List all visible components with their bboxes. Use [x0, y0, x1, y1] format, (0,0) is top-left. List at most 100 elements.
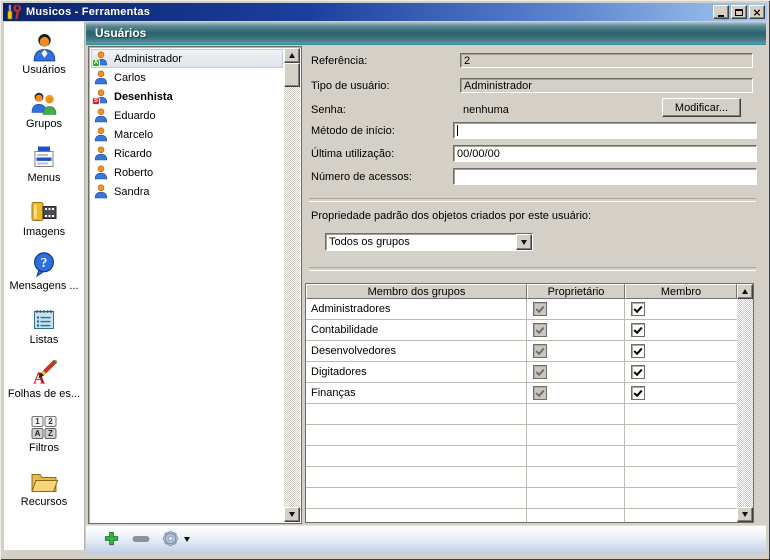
senha-value: nenhuma — [463, 104, 509, 116]
column-header-membro-dos-grupos[interactable]: Membro dos grupos — [306, 284, 527, 299]
group-name-cell — [306, 425, 527, 445]
triangle-down-icon — [289, 512, 295, 517]
membro-checkbox-checked[interactable] — [631, 323, 645, 337]
user-name: Sandra — [114, 186, 149, 198]
person-icon — [94, 146, 108, 161]
groups-table-body: AdministradoresContabilidadeDesenvolvedo… — [306, 299, 753, 523]
group-name-cell — [306, 446, 527, 466]
user-list-item-carlos[interactable]: Carlos — [91, 68, 283, 87]
column-header-proprietario[interactable]: Proprietário — [527, 284, 625, 299]
person-icon: A — [94, 51, 108, 66]
person-icon: S — [94, 89, 108, 104]
sidebar-item-menus[interactable]: Menus — [4, 136, 84, 190]
scroll-down-button[interactable] — [284, 507, 300, 522]
sidebar-item-imagens[interactable]: Imagens — [4, 190, 84, 244]
proprietario-checkbox-checked-disabled — [533, 323, 547, 337]
person-icon — [94, 70, 108, 85]
modificar-button[interactable]: Modificar... — [662, 98, 741, 117]
membro-checkbox-checked[interactable] — [631, 386, 645, 400]
sidebar-item-label: Menus — [27, 172, 60, 184]
minimize-button[interactable] — [713, 5, 729, 19]
ultima-utilizacao-input[interactable] — [453, 145, 757, 162]
table-row-empty — [306, 425, 737, 446]
sidebar-item-listas[interactable]: Listas — [4, 298, 84, 352]
window-title: Musicos - Ferramentas — [26, 6, 150, 18]
tipo-usuario-field: Administrador — [460, 78, 753, 93]
field-label-tipo-de-usuario: Tipo de usuário: — [311, 80, 389, 92]
person-icon — [94, 127, 108, 142]
user-list-item-ricardo[interactable]: Ricardo — [91, 144, 283, 163]
numero-acessos-input[interactable] — [453, 168, 757, 185]
person-icon — [94, 108, 108, 123]
film-icon — [30, 193, 58, 224]
options-button[interactable] — [161, 529, 190, 551]
metodo-inicio-input[interactable] — [453, 122, 757, 139]
sidebar-item-label: Listas — [30, 334, 59, 346]
sidebar-item-filtros[interactable]: 12AZFiltros — [4, 406, 84, 460]
scroll-down-button[interactable] — [737, 507, 753, 522]
proprietario-checkbox-checked-disabled — [533, 302, 547, 316]
sidebar-item-label: Folhas de es... — [8, 388, 80, 400]
sidebar-item-mensagens[interactable]: ?Mensagens ... — [4, 244, 84, 298]
membro-checkbox-checked[interactable] — [631, 344, 645, 358]
membro-checkbox-checked[interactable] — [631, 365, 645, 379]
divider — [309, 198, 756, 202]
field-label-metodo-de-inicio: Método de início: — [311, 125, 395, 137]
triangle-up-icon — [742, 289, 748, 294]
groups-table: Membro dos grupos Proprietário Membro Ad… — [305, 283, 754, 523]
table-row-desenvolvedores: Desenvolvedores — [306, 341, 737, 362]
table-row-digitadores: Digitadores — [306, 362, 737, 383]
options-gear-icon — [161, 529, 180, 551]
svg-text:Z: Z — [48, 429, 53, 438]
referencia-field: 2 — [460, 53, 753, 68]
table-row-empty — [306, 467, 737, 488]
table-scrollbar[interactable] — [737, 284, 753, 522]
table-row-finan-as: Finanças — [306, 383, 737, 404]
add-button[interactable] — [101, 529, 121, 551]
user-badge: S — [92, 97, 100, 105]
user-list-item-sandra[interactable]: Sandra — [91, 182, 283, 201]
menu-icon — [31, 139, 57, 170]
maximize-button[interactable] — [731, 5, 747, 19]
triangle-down-icon — [742, 512, 748, 517]
scroll-up-button[interactable] — [737, 284, 753, 299]
membro-cell — [625, 404, 737, 424]
default-property-select[interactable]: Todos os grupos — [325, 233, 533, 251]
combo-dropdown-button[interactable] — [516, 234, 532, 250]
column-header-membro[interactable]: Membro — [625, 284, 737, 299]
sidebar-item-label: Recursos — [21, 496, 67, 508]
user-list-item-eduardo[interactable]: Eduardo — [91, 106, 283, 125]
user-list-item-desenhista[interactable]: SDesenhista — [91, 87, 283, 106]
user-name: Carlos — [114, 72, 146, 84]
sidebar-item-folhas-de-es[interactable]: A Folhas de es... — [4, 352, 84, 406]
table-row-administradores: Administradores — [306, 299, 737, 320]
group-name-cell — [306, 488, 527, 508]
close-button[interactable]: × — [749, 5, 765, 19]
svg-text:1: 1 — [35, 417, 40, 426]
remove-button[interactable] — [131, 529, 151, 551]
svg-text:A: A — [35, 429, 41, 438]
membro-cell — [625, 341, 737, 361]
paintbrush-icon: A — [31, 355, 57, 386]
group-name-cell: Digitadores — [306, 362, 527, 382]
user-list-item-marcelo[interactable]: Marcelo — [91, 125, 283, 144]
tools-icon — [6, 4, 22, 20]
sidebar-item-grupos[interactable]: Grupos — [4, 82, 84, 136]
user-list-item-administrador[interactable]: AAdministrador — [91, 49, 283, 68]
scroll-up-button[interactable] — [284, 48, 300, 63]
membro-checkbox-checked[interactable] — [631, 302, 645, 316]
sidebar-item-usu-rios[interactable]: Usuários — [4, 28, 84, 82]
divider — [309, 267, 756, 271]
proprietario-cell — [527, 509, 625, 523]
person-icon — [94, 184, 108, 199]
membro-cell — [625, 383, 737, 403]
membro-cell — [625, 362, 737, 382]
user-list-scrollbar[interactable] — [284, 48, 300, 522]
sidebar-item-recursos[interactable]: Recursos — [4, 460, 84, 514]
group-name-cell: Finanças — [306, 383, 527, 403]
proprietario-cell — [527, 425, 625, 445]
scroll-thumb[interactable] — [284, 63, 300, 87]
sidebar-item-label: Mensagens ... — [9, 280, 78, 292]
user-list-item-roberto[interactable]: Roberto — [91, 163, 283, 182]
selected-option: Todos os grupos — [326, 234, 516, 250]
